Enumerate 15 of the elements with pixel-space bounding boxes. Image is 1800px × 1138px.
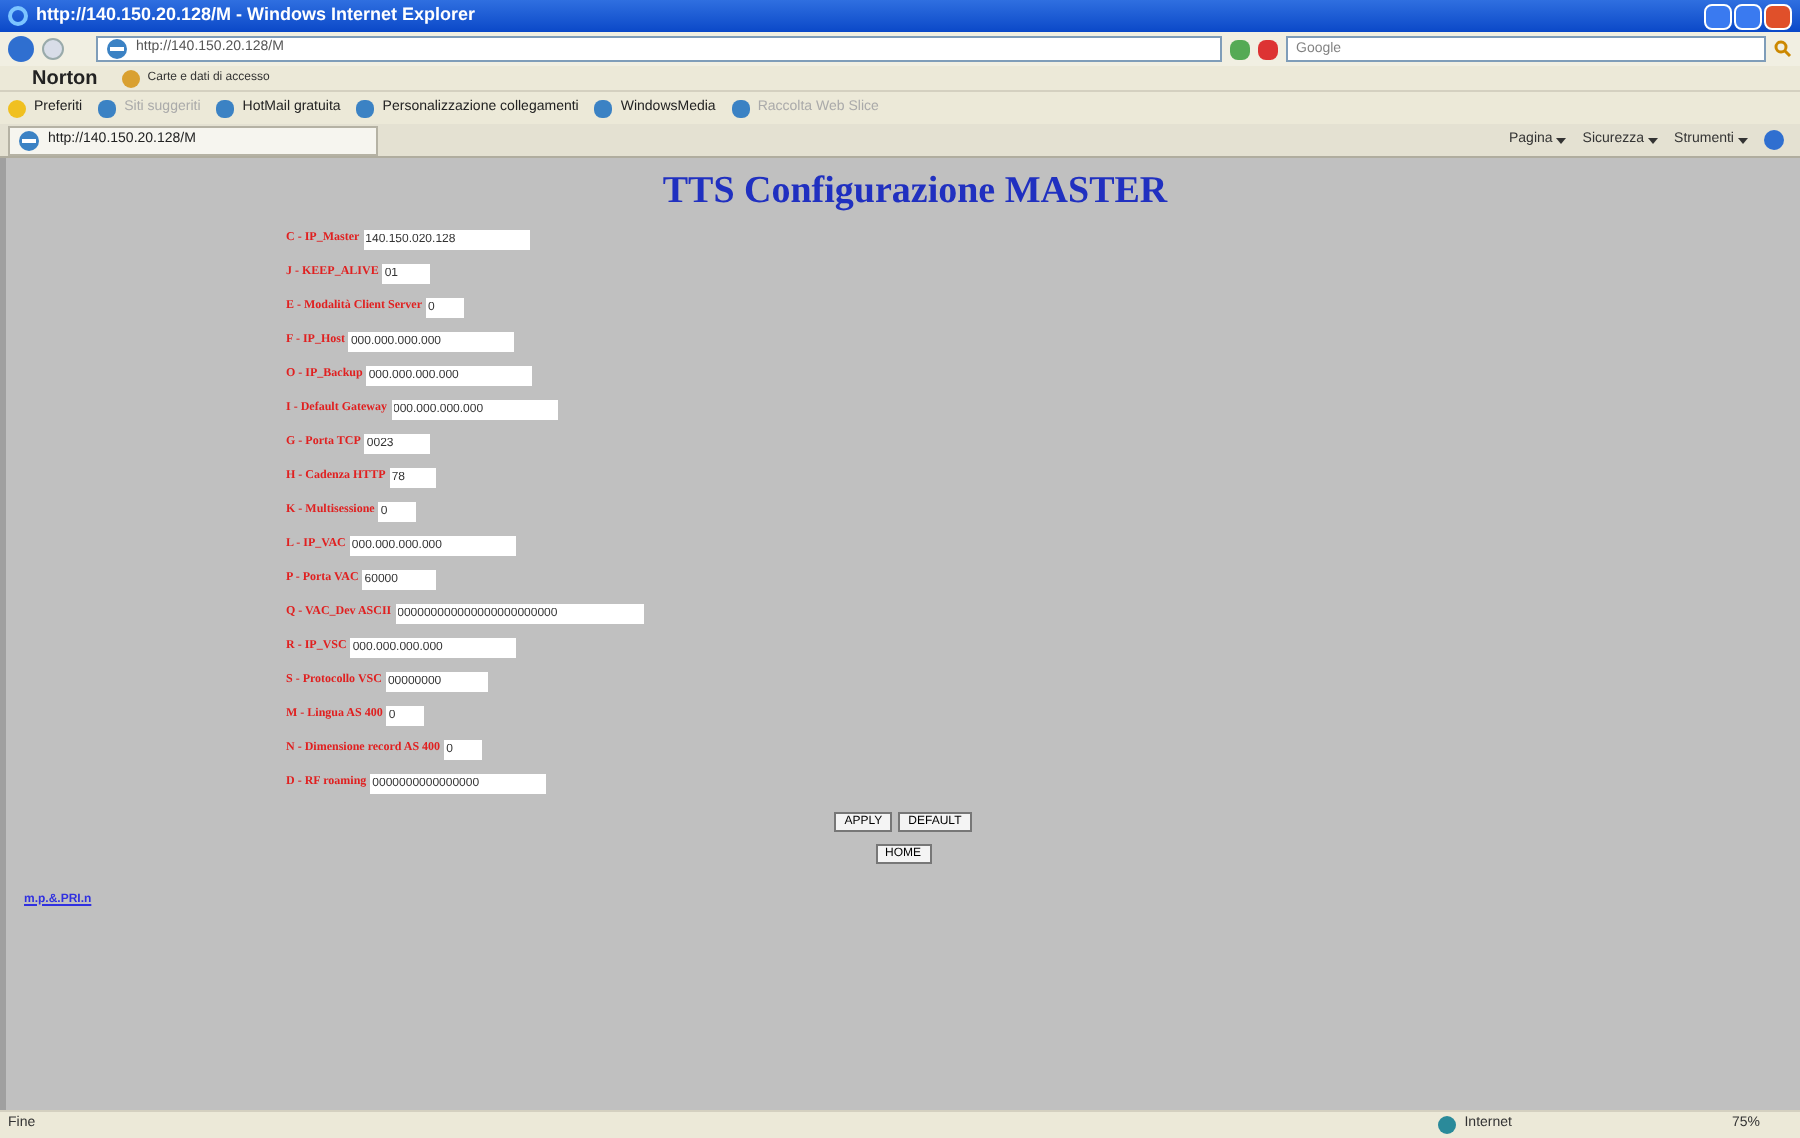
caret-icon xyxy=(1556,137,1567,143)
help-button[interactable] xyxy=(1764,130,1784,150)
window-title: http://140.150.20.128/M - Windows Internet Explorer xyxy=(36,2,475,29)
page-title: TTS Configurazione MASTER xyxy=(662,168,1168,216)
stop-button[interactable] xyxy=(1258,39,1278,59)
maximize-button[interactable] xyxy=(1734,3,1762,29)
forward-button[interactable] xyxy=(42,38,64,60)
close-button[interactable] xyxy=(1764,3,1792,29)
back-button[interactable] xyxy=(8,36,34,62)
toolbar-button[interactable]: Norton xyxy=(32,63,98,93)
minimize-button[interactable] xyxy=(1704,3,1732,29)
refresh-button[interactable] xyxy=(1230,39,1250,59)
caret-icon xyxy=(1648,137,1659,143)
search-icon[interactable] xyxy=(1774,40,1792,58)
caret-icon xyxy=(1738,137,1748,143)
